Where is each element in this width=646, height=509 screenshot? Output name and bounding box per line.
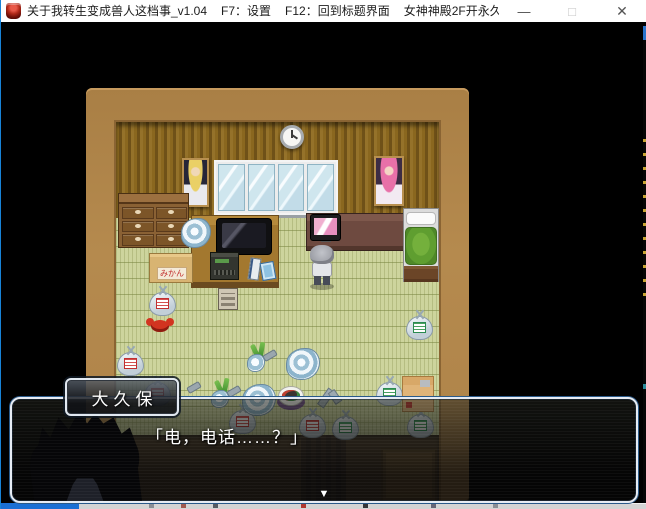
taskbar-blue-segment[interactable] — [1, 503, 79, 509]
wall-clock — [280, 125, 304, 149]
hotkey-hint-f7: F7：设置 — [221, 4, 271, 18]
onion-sock-pile — [245, 344, 285, 374]
bag-knot — [385, 376, 394, 385]
bag-tag — [413, 322, 426, 333]
cardboard-box: みかん — [149, 253, 193, 283]
minimize-button[interactable]: — — [501, 0, 547, 22]
window-panes — [214, 160, 338, 215]
bag-knot — [126, 346, 135, 355]
advance-indicator: ▼ — [319, 488, 330, 500]
glass-pane — [218, 164, 245, 211]
trash-bag — [149, 286, 176, 316]
trash-bag — [117, 346, 144, 376]
window-title-tail: 女神神殿2F开永久... — [404, 4, 499, 18]
small-tv — [310, 214, 341, 241]
drawer — [156, 207, 188, 219]
printer — [210, 252, 239, 280]
big-tv-screen — [222, 223, 266, 248]
player-character — [307, 245, 337, 291]
bag-tag — [124, 358, 137, 369]
bed-footboard — [404, 266, 438, 282]
blanket — [405, 227, 437, 265]
taskbar-icon[interactable] — [149, 504, 154, 508]
taskbar-icon[interactable] — [213, 504, 218, 508]
bag-knot — [415, 310, 424, 319]
pillow — [406, 212, 436, 225]
taskbar-icon[interactable] — [301, 504, 306, 508]
game-window: 关于我转生变成兽人这档事_v1.04 F7：设置 F12：回到标题界面女神神殿2F开… — [0, 0, 646, 509]
bag-knot — [158, 286, 167, 295]
speaker-name-box: 大久保 — [65, 378, 179, 416]
maximize-button[interactable]: □ — [549, 0, 595, 22]
glass-pane — [248, 164, 275, 211]
dresser-drawers — [122, 207, 187, 246]
cloth-swirl — [247, 354, 265, 372]
drawer — [122, 207, 154, 219]
crab-body — [151, 320, 169, 332]
close-button[interactable]: ✕ — [599, 0, 645, 22]
bag-tag — [156, 298, 169, 309]
step-stool — [218, 288, 238, 310]
window-title: 关于我转生变成兽人这档事_v1.04 F7：设置 F12：回到标题界面女神神殿2F开… — [27, 0, 499, 22]
dresser-top — [119, 194, 188, 204]
taskbar-icon[interactable] — [181, 504, 186, 508]
taskbar-icon[interactable] — [493, 504, 498, 508]
title-bar[interactable]: 关于我转生变成兽人这档事_v1.04 F7：设置 F12：回到标题界面女神神殿2F开… — [1, 0, 646, 22]
window-icon — [6, 3, 21, 19]
character-portrait-silhouette — [28, 407, 142, 501]
drawer — [122, 221, 154, 233]
glass-pane — [307, 164, 334, 211]
poster-pink-girl — [374, 156, 404, 206]
glass-pane — [278, 164, 305, 211]
character-body — [312, 262, 332, 277]
character-legs — [314, 276, 330, 285]
papers-and-disc — [248, 258, 274, 282]
hotkey-hint-f12: F12：回到标题界面 — [285, 4, 390, 18]
dresser — [118, 193, 189, 248]
window-title-main: 关于我转生变成兽人这档事_v1.04 — [27, 4, 207, 18]
taskbar-icon[interactable] — [363, 504, 368, 508]
crab-toy — [147, 318, 173, 334]
taskbar-strip[interactable] — [1, 503, 646, 509]
dialogue-text: 「电，电话……？」 — [146, 423, 308, 448]
cardboard-box-label: みかん — [157, 267, 187, 280]
small-tv-screen — [314, 218, 337, 235]
bed — [403, 208, 439, 282]
big-tv — [216, 218, 272, 255]
trash-bag — [406, 310, 433, 340]
drawer — [122, 234, 154, 246]
character-hair — [310, 245, 334, 264]
taskbar-icon[interactable] — [431, 504, 436, 508]
